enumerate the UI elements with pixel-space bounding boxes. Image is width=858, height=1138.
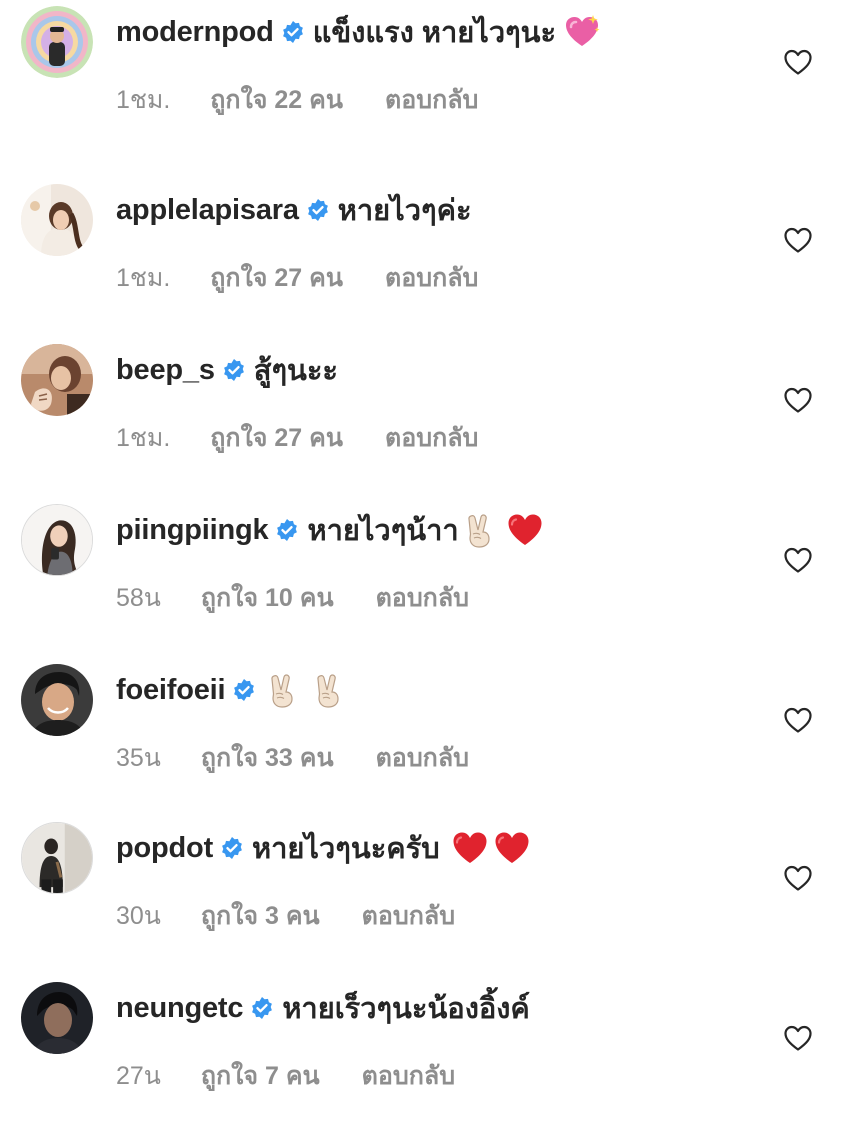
verified-badge-icon bbox=[281, 20, 305, 44]
reply-button[interactable]: ตอบกลับ bbox=[376, 578, 469, 618]
avatar-image bbox=[22, 505, 92, 575]
victory-hand-emoji bbox=[264, 672, 300, 708]
sparkling-heart-emoji bbox=[564, 14, 600, 50]
comment-item: foeifoeii 35น ถูกใจ 33 คน ตอบกลับ bbox=[0, 660, 858, 820]
comment-meta: 30น ถูกใจ 3 คน ตอบกลับ bbox=[116, 896, 455, 936]
comment-text-line: foeifoeii bbox=[116, 668, 346, 712]
timestamp: 58น bbox=[116, 584, 161, 612]
like-heart-icon[interactable] bbox=[783, 1023, 813, 1053]
likes-count[interactable]: ถูกใจ 3 คน bbox=[201, 896, 320, 936]
comment-text: หายไวๆค่ะ bbox=[337, 195, 472, 227]
red-heart-emoji bbox=[452, 830, 488, 866]
username[interactable]: beep_s bbox=[116, 354, 215, 387]
avatar-image bbox=[21, 6, 93, 78]
username[interactable]: foeifoeii bbox=[116, 674, 226, 707]
avatar[interactable] bbox=[21, 184, 93, 256]
comment-meta: 1ชม. ถูกใจ 27 คน ตอบกลับ bbox=[116, 258, 478, 298]
timestamp: 27น bbox=[116, 1062, 161, 1090]
verified-badge-icon bbox=[220, 836, 244, 860]
username[interactable]: popdot bbox=[116, 832, 213, 865]
like-heart-icon[interactable] bbox=[783, 705, 813, 735]
like-heart-icon[interactable] bbox=[783, 385, 813, 415]
reply-button[interactable]: ตอบกลับ bbox=[385, 258, 478, 298]
victory-hand-emoji bbox=[310, 672, 346, 708]
comment-text: แข็งแรง หายไวๆนะ bbox=[312, 17, 557, 49]
reply-button[interactable]: ตอบกลับ bbox=[362, 896, 455, 936]
like-heart-icon[interactable] bbox=[783, 863, 813, 893]
likes-count[interactable]: ถูกใจ 7 คน bbox=[201, 1056, 320, 1096]
username[interactable]: piingpiingk bbox=[116, 514, 269, 547]
comment-text: หายเร็วๆนะน้องอิ้งค์ bbox=[282, 993, 530, 1025]
reply-button[interactable]: ตอบกลับ bbox=[376, 738, 469, 778]
verified-badge-icon bbox=[275, 518, 299, 542]
comment-text-line: beep_s สู้ๆนะะ bbox=[116, 348, 338, 392]
avatar[interactable] bbox=[21, 6, 93, 78]
likes-count[interactable]: ถูกใจ 27 คน bbox=[210, 418, 343, 458]
comment-item: beep_s สู้ๆนะะ 1ชม. ถูกใจ 27 คน ตอบกลับ bbox=[0, 340, 858, 500]
avatar[interactable] bbox=[21, 344, 93, 416]
likes-count[interactable]: ถูกใจ 27 คน bbox=[210, 258, 343, 298]
likes-count[interactable]: ถูกใจ 22 คน bbox=[210, 80, 343, 120]
comment-item: applelapisara หายไวๆค่ะ 1ชม. ถูกใจ 27 คน… bbox=[0, 180, 858, 340]
comment-text-line: modernpod แข็งแรง หายไวๆนะ bbox=[116, 10, 600, 54]
verified-badge-icon bbox=[250, 996, 274, 1020]
comment-item: neungetc หายเร็วๆนะน้องอิ้งค์ 27น ถูกใจ … bbox=[0, 978, 858, 1138]
victory-hand-emoji bbox=[461, 512, 497, 548]
avatar[interactable] bbox=[21, 982, 93, 1054]
red-heart-emoji bbox=[507, 512, 543, 548]
comment-text: หายไวๆน้าา bbox=[307, 515, 459, 547]
like-heart-icon[interactable] bbox=[783, 545, 813, 575]
comment-text: สู้ๆนะะ bbox=[253, 355, 339, 387]
avatar[interactable] bbox=[21, 664, 93, 736]
avatar[interactable] bbox=[21, 822, 93, 894]
likes-count[interactable]: ถูกใจ 33 คน bbox=[201, 738, 334, 778]
comment-meta: 1ชม. ถูกใจ 27 คน ตอบกลับ bbox=[116, 418, 478, 458]
likes-count[interactable]: ถูกใจ 10 คน bbox=[201, 578, 334, 618]
comment-text-line: neungetc หายเร็วๆนะน้องอิ้งค์ bbox=[116, 986, 530, 1030]
like-heart-icon[interactable] bbox=[783, 225, 813, 255]
timestamp: 1ชม. bbox=[116, 86, 171, 114]
reply-button[interactable]: ตอบกลับ bbox=[385, 80, 478, 120]
comment-meta: 27น ถูกใจ 7 คน ตอบกลับ bbox=[116, 1056, 455, 1096]
comment-item: piingpiingk หายไวๆน้าา 58น ถูกใจ 10 คน ต… bbox=[0, 500, 858, 660]
comment-meta: 1ชม. ถูกใจ 22 คน ตอบกลับ bbox=[116, 80, 478, 120]
comment-meta: 58น ถูกใจ 10 คน ตอบกลับ bbox=[116, 578, 469, 618]
comment-text: หายไวๆนะครับ bbox=[252, 833, 440, 865]
like-heart-icon[interactable] bbox=[783, 47, 813, 77]
comment-text-line: piingpiingk หายไวๆน้าา bbox=[116, 508, 543, 552]
comment-meta: 35น ถูกใจ 33 คน ตอบกลับ bbox=[116, 738, 469, 778]
comment-item: modernpod แข็งแรง หายไวๆนะ 1ชม. ถูกใจ 22… bbox=[0, 2, 858, 162]
username[interactable]: neungetc bbox=[116, 992, 244, 1025]
avatar-image bbox=[21, 664, 93, 736]
avatar-image bbox=[21, 344, 93, 416]
username[interactable]: modernpod bbox=[116, 16, 274, 49]
comment-text-line: applelapisara หายไวๆค่ะ bbox=[116, 188, 472, 232]
reply-button[interactable]: ตอบกลับ bbox=[385, 418, 478, 458]
comment-list: modernpod แข็งแรง หายไวๆนะ 1ชม. ถูกใจ 22… bbox=[0, 0, 858, 1090]
timestamp: 1ชม. bbox=[116, 264, 171, 292]
username[interactable]: applelapisara bbox=[116, 194, 299, 227]
verified-badge-icon bbox=[306, 198, 330, 222]
timestamp: 30น bbox=[116, 902, 161, 930]
avatar-image bbox=[21, 982, 93, 1054]
verified-badge-icon bbox=[232, 678, 256, 702]
avatar[interactable] bbox=[21, 504, 93, 576]
comment-item: popdot หายไวๆนะครับ 30น ถูกใจ 3 คน ตอบกล… bbox=[0, 818, 858, 978]
verified-badge-icon bbox=[222, 358, 246, 382]
red-heart-emoji bbox=[494, 830, 530, 866]
avatar-image bbox=[22, 823, 92, 893]
timestamp: 35น bbox=[116, 744, 161, 772]
avatar-image bbox=[21, 184, 93, 256]
reply-button[interactable]: ตอบกลับ bbox=[362, 1056, 455, 1096]
timestamp: 1ชม. bbox=[116, 424, 171, 452]
comment-text-line: popdot หายไวๆนะครับ bbox=[116, 826, 530, 870]
